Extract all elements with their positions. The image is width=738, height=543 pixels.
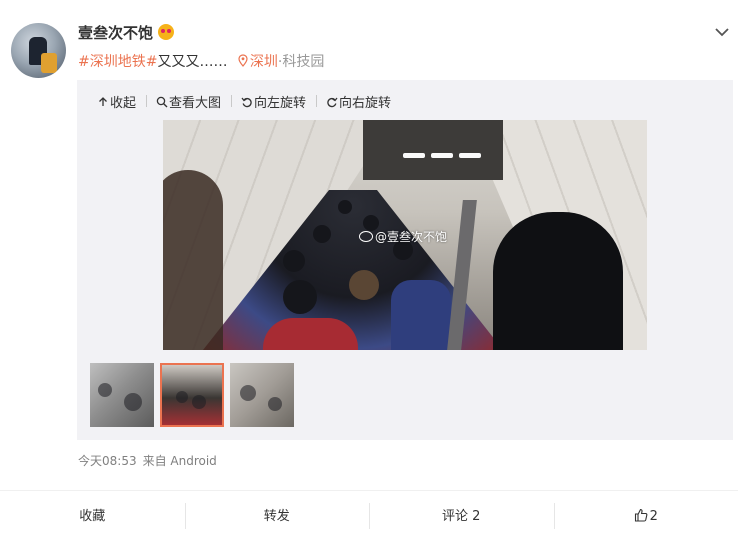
photo-light	[431, 153, 453, 158]
location-city: 深圳	[249, 54, 278, 70]
avatar-accent	[41, 53, 57, 73]
photo-foreground-right	[493, 212, 623, 350]
thumbnail-3[interactable]	[230, 363, 294, 427]
avatar[interactable]	[11, 23, 66, 78]
photo-light	[403, 153, 425, 158]
weibo-post-card: 壹叁次不饱 #深圳地铁#又又又…… 深圳·科技园 收起 查看大图 向左旋转 向右…	[0, 0, 738, 543]
view-large-label: 查看大图	[169, 96, 222, 111]
rotate-right-label: 向右旋转	[339, 96, 392, 111]
action-bar: 收藏 转发 评论 2 2	[0, 490, 738, 543]
comment-button[interactable]: 评论 2	[369, 503, 554, 529]
weibo-logo-icon	[359, 231, 373, 242]
photo-ceiling	[363, 120, 503, 180]
post-content: #深圳地铁#又又又…… 深圳·科技园	[78, 51, 324, 71]
main-photo[interactable]: @壹叁次不饱	[163, 120, 647, 350]
username[interactable]: 壹叁次不饱	[78, 22, 153, 43]
location-place: 科技园	[282, 54, 325, 70]
comment-label: 评论 2	[442, 509, 481, 524]
favorite-label: 收藏	[79, 509, 106, 524]
photo-head	[283, 250, 305, 272]
rotate-left-icon	[241, 97, 252, 107]
thumb-shape	[176, 391, 188, 403]
thumb-shape	[124, 393, 142, 411]
thumbnail-strip	[90, 363, 294, 427]
photo-head	[349, 270, 379, 300]
collapse-button[interactable]: 收起	[97, 92, 146, 111]
view-large-button[interactable]: 查看大图	[146, 92, 231, 111]
media-viewer: 收起 查看大图 向左旋转 向右旋转 @壹叁次不饱	[77, 80, 733, 440]
thumbnail-1[interactable]	[90, 363, 154, 427]
thumb-shape	[192, 395, 206, 409]
photo-foreground-left	[163, 170, 223, 350]
post-meta: 今天08:53 来自 Android	[78, 452, 217, 469]
photo-head	[313, 225, 331, 243]
thumb-shape	[98, 383, 112, 397]
thumbs-up-icon	[634, 508, 648, 522]
collapse-icon	[99, 96, 107, 106]
rotate-left-label: 向左旋转	[254, 96, 307, 111]
rotate-right-icon	[327, 97, 338, 107]
thumb-shape	[240, 385, 256, 401]
like-button[interactable]: 2	[553, 503, 738, 529]
rotate-left-button[interactable]: 向左旋转	[231, 92, 316, 111]
topic-link[interactable]: #深圳地铁#	[78, 54, 157, 70]
photo-light	[459, 153, 481, 158]
photo-head	[283, 280, 317, 314]
thumbnail-2[interactable]	[160, 363, 224, 427]
photo-head	[338, 200, 352, 214]
location-link[interactable]: 深圳·科技园	[238, 54, 324, 70]
collapse-label: 收起	[110, 96, 137, 111]
repost-label: 转发	[263, 509, 290, 524]
post-source: 来自 Android	[142, 454, 217, 468]
location-pin-icon	[238, 54, 248, 67]
post-text: 又又又……	[157, 54, 228, 70]
photo-shirt-blue	[391, 280, 451, 350]
rotate-right-button[interactable]: 向右旋转	[316, 92, 401, 111]
photo-watermark: @壹叁次不饱	[359, 228, 447, 245]
like-count: 2	[649, 509, 658, 524]
repost-button[interactable]: 转发	[184, 503, 370, 529]
emoji-icon	[158, 24, 174, 40]
thumb-shape	[268, 397, 282, 411]
watermark-text: @壹叁次不饱	[375, 230, 448, 244]
magnifier-icon	[156, 96, 168, 107]
photo-shirt-red	[263, 318, 358, 350]
post-time[interactable]: 今天08:53	[78, 454, 137, 468]
media-toolbar: 收起 查看大图 向左旋转 向右旋转	[97, 92, 411, 111]
favorite-button[interactable]: 收藏	[0, 507, 185, 527]
chevron-down-icon[interactable]	[714, 24, 730, 40]
